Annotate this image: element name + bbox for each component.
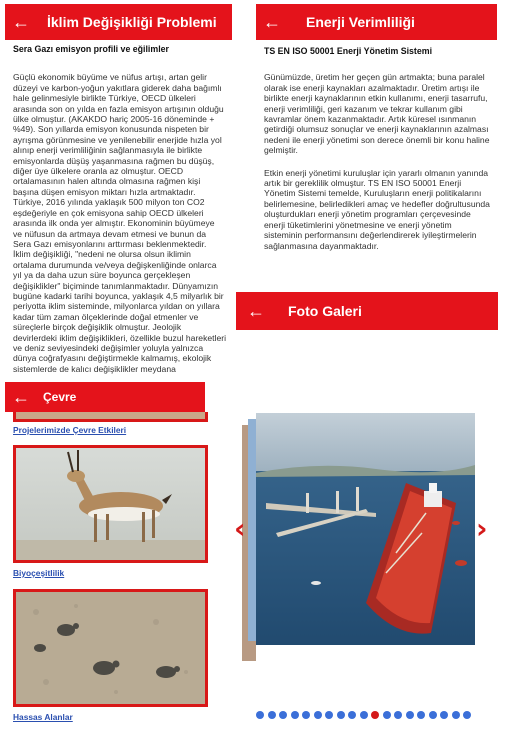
gazelle-photo — [16, 448, 205, 560]
back-arrow-icon[interactable]: ← — [5, 382, 37, 412]
gallery-dot[interactable] — [359, 711, 368, 719]
page-title: İklim Değişikliği Problemi — [47, 14, 217, 30]
gallery-dot[interactable] — [290, 711, 299, 719]
energy-paragraph-2: Etkin enerji yönetimi kuruluşlar için ya… — [264, 167, 490, 251]
gallery-pagination — [256, 711, 471, 719]
gallery-dot[interactable] — [405, 711, 414, 719]
gallery-dot[interactable] — [336, 711, 345, 719]
gallery-dot[interactable] — [451, 711, 460, 719]
gallery-dot[interactable] — [313, 711, 322, 719]
gallery-appbar-container: ← Foto Galeri — [236, 292, 498, 330]
back-arrow-icon[interactable]: ← — [256, 4, 288, 40]
gallery-dot[interactable] — [279, 711, 287, 719]
gallery-dot[interactable] — [463, 711, 471, 719]
gallery-dot[interactable] — [256, 711, 264, 719]
climate-content: Sera Gazı emisyon profili ve eğilimler G… — [13, 44, 226, 374]
environment-card-biodiversity[interactable] — [13, 445, 208, 563]
energy-content: TS EN ISO 50001 Enerji Yönetim Sistemi G… — [264, 46, 491, 251]
gallery-prev-arrow-icon[interactable]: ‹ — [234, 515, 246, 543]
gallery-dot[interactable] — [417, 711, 425, 719]
energy-appbar: ← Enerji Verimliliği — [256, 4, 497, 40]
environment-appbar: ← Çevre — [5, 382, 205, 412]
gallery-dot[interactable] — [394, 711, 402, 719]
turtles-photo — [16, 592, 205, 704]
gallery-dot[interactable] — [440, 711, 448, 719]
page-title: Enerji Verimliliği — [306, 14, 415, 30]
gallery-carousel: ‹ › — [234, 405, 498, 705]
gallery-dot[interactable] — [371, 711, 379, 719]
section-subtitle: Sera Gazı emisyon profili ve eğilimler — [13, 44, 169, 54]
page-title: Çevre — [43, 390, 77, 404]
gallery-main-image[interactable] — [256, 413, 475, 645]
back-arrow-icon[interactable]: ← — [236, 292, 276, 330]
back-arrow-icon[interactable]: ← — [5, 4, 37, 40]
tanker-port-photo — [256, 413, 475, 645]
gallery-dot[interactable] — [348, 711, 356, 719]
environment-link-biodiversity[interactable]: Biyoçeşitlilik — [13, 568, 64, 578]
gallery-dot[interactable] — [302, 711, 310, 719]
gallery-dot[interactable] — [428, 711, 437, 719]
climate-appbar: ← İklim Değişikliği Problemi — [5, 4, 232, 40]
page-title: Foto Galeri — [288, 303, 362, 319]
gallery-next-arrow-icon[interactable]: › — [476, 515, 488, 543]
climate-screen: ← İklim Değişikliği Problemi Sera Gazı e… — [5, 4, 232, 378]
environment-link-projects[interactable]: Projelerimizde Çevre Etkileri — [13, 425, 126, 435]
environment-link-sensitive-areas[interactable]: Hassas Alanlar — [13, 712, 73, 722]
gallery-dot[interactable] — [267, 711, 276, 719]
energy-screen: ← Enerji Verimliliği TS EN ISO 50001 Ene… — [256, 4, 497, 304]
gallery-dot[interactable] — [382, 711, 391, 719]
environment-screen: ← Çevre Projelerimizde Çevre Etkileri Bi… — [5, 382, 227, 728]
gallery-dot[interactable] — [325, 711, 333, 719]
environment-card-projects[interactable] — [13, 412, 208, 422]
energy-paragraph-1: Günümüzde, üretim her geçen gün artmakta… — [264, 72, 490, 156]
climate-paragraph: Güçlü ekonomik büyüme ve nüfus artışı, a… — [13, 72, 227, 374]
section-subtitle: TS EN ISO 50001 Enerji Yönetim Sistemi — [264, 46, 433, 56]
gallery-appbar: ← Foto Galeri — [236, 292, 498, 330]
environment-card-sensitive-areas[interactable] — [13, 589, 208, 707]
